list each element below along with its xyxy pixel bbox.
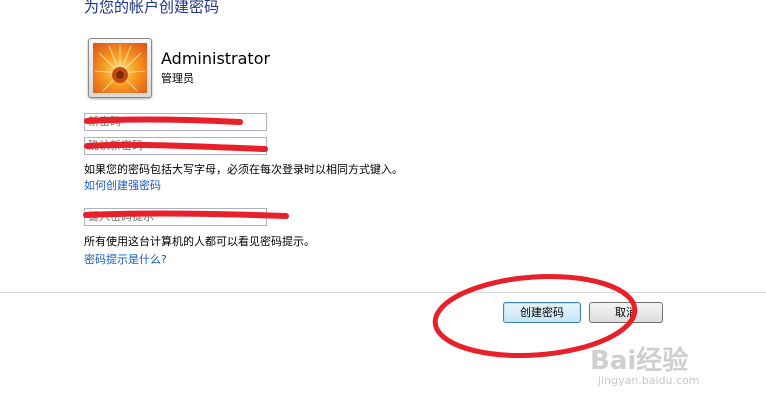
redaction-stroke xyxy=(84,116,243,125)
redaction-stroke xyxy=(83,210,289,219)
watermark-logo: Bai经验 xyxy=(590,346,689,376)
redaction-stroke xyxy=(84,141,268,152)
watermark: Bai经验 jingyan.baidu.com xyxy=(590,340,700,387)
redaction-marks xyxy=(83,116,289,219)
watermark-url: jingyan.baidu.com xyxy=(598,374,700,387)
